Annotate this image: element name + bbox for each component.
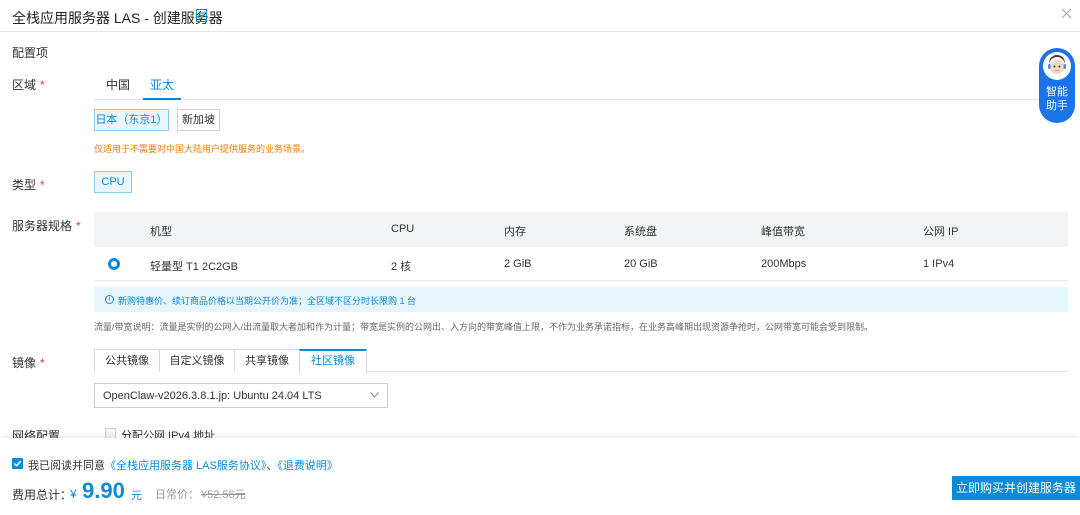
info-text: 新购特惠价、续订商品价格以当期公开价为准；全区域不区分时长限购 1 台 (118, 296, 417, 306)
region-tabs: 中国 亚太 (94, 64, 1068, 100)
refund-policy-link[interactable]: 《退费说明》 (277, 460, 338, 472)
spec-table-header: 机型 CPU 内存 系统盘 峰值带宽 公网 IP (94, 212, 1068, 247)
type-label: 类型 * (12, 176, 45, 193)
document-icon[interactable] (196, 9, 207, 22)
required-mark: * (40, 178, 45, 192)
checkbox-icon (13, 460, 22, 467)
zone-option-tokyo[interactable]: 日本（东京1） (94, 109, 169, 131)
cell-cpu: 2 核 (391, 261, 412, 273)
image-label-text: 镜像 (12, 356, 37, 370)
daily-price: ¥52.56元 (201, 489, 246, 501)
traffic-note: 流量/带宽说明：流量是实例的公网入/出流量取大者加和作为计量；带宽是实例的公网出… (94, 322, 874, 332)
assistant-avatar-icon (1043, 52, 1071, 80)
config-section-label: 配置项 (12, 46, 49, 60)
dialog-title: 全栈应用服务器 LAS - 创建服务器 (12, 10, 223, 26)
cell-public-ip: 1 IPv4 (923, 258, 955, 270)
cell-bandwidth: 200Mbps (761, 258, 807, 270)
column-header-model: 机型 (150, 226, 172, 238)
assistant-label-line2: 助手 (1046, 100, 1068, 112)
region-label-text: 区域 (12, 78, 37, 92)
column-header-memory: 内存 (504, 226, 526, 238)
tab-custom-image[interactable]: 自定义镜像 (159, 349, 235, 372)
agree-checkbox[interactable] (12, 458, 23, 469)
total-amount: 9.90 (82, 478, 125, 503)
zone-option-singapore[interactable]: 新加坡 (177, 109, 220, 131)
tab-region-china[interactable]: 中国 (106, 76, 130, 93)
spec-radio-selected[interactable] (108, 258, 120, 270)
assistant-button[interactable]: 智能 助手 (1039, 48, 1075, 123)
footer: 我已阅读并同意《全栈应用服务器 LAS服务协议》、《退费说明》 费用总计： ¥ … (0, 438, 1080, 515)
spec-label: 服务器规格 * (12, 217, 81, 234)
required-mark: * (76, 219, 81, 233)
info-bar: i 新购特惠价、续订商品价格以当期公开价为准；全区域不区分时长限购 1 台 (94, 287, 1068, 312)
chevron-down-icon (370, 392, 379, 398)
table-row[interactable]: 轻量型 T1 2C2GB 2 核 2 GiB 20 GiB 200Mbps 1 … (94, 247, 1068, 281)
agree-prefix: 我已阅读并同意 (28, 460, 105, 472)
close-icon[interactable] (1061, 8, 1072, 19)
column-header-public-ip: 公网 IP (923, 226, 959, 238)
dialog-header: 全栈应用服务器 LAS - 创建服务器 (0, 0, 1080, 32)
zone-note: 仅适用于不需要对中国大陆用户提供服务的业务场景。 (94, 144, 311, 154)
cell-model: 轻量型 T1 2C2GB (150, 261, 239, 273)
image-select[interactable]: OpenClaw-v2026.3.8.1.jp: Ubuntu 24.04 LT… (94, 383, 388, 408)
currency-symbol: ¥ (70, 487, 77, 501)
cost-label: 费用总计： (12, 488, 73, 502)
column-header-cpu: CPU (391, 223, 415, 235)
region-label: 区域 * (12, 76, 45, 93)
assistant-label-line1: 智能 (1046, 86, 1068, 98)
tab-region-asia-pacific[interactable]: 亚太 (150, 76, 174, 93)
tab-public-image[interactable]: 公共镜像 (94, 349, 160, 372)
cell-memory: 2 GiB (504, 258, 532, 270)
cell-disk: 20 GiB (624, 258, 658, 270)
daily-price-label: 日常价： (155, 489, 199, 501)
agree-separator: 、 (266, 460, 278, 472)
required-mark: * (40, 356, 45, 370)
type-label-text: 类型 (12, 178, 37, 192)
tab-community-image[interactable]: 社区镜像 (299, 349, 367, 373)
spec-label-text: 服务器规格 (12, 219, 73, 233)
image-tabs: 公共镜像 自定义镜像 共享镜像 社区镜像 (94, 349, 1068, 373)
column-header-bandwidth: 峰值带宽 (761, 226, 805, 238)
column-header-disk: 系统盘 (624, 226, 657, 238)
las-agreement-link[interactable]: 《全栈应用服务器 LAS服务协议》 (105, 460, 266, 472)
required-mark: * (40, 78, 45, 92)
amount-unit: 元 (131, 490, 142, 502)
region-tab-indicator (143, 98, 181, 100)
tab-shared-image[interactable]: 共享镜像 (234, 349, 300, 372)
robot-avatar-icon (1044, 53, 1070, 79)
info-icon: i (105, 295, 114, 304)
type-option-cpu[interactable]: CPU (94, 171, 132, 193)
agree-text: 我已阅读并同意《全栈应用服务器 LAS服务协议》、《退费说明》 (28, 457, 338, 473)
assistant-label: 智能 助手 (1039, 85, 1075, 113)
image-select-value: OpenClaw-v2026.3.8.1.jp: Ubuntu 24.04 LT… (103, 390, 322, 402)
buy-and-create-button[interactable]: 立即购买并创建服务器 (952, 476, 1080, 500)
image-label: 镜像 * (12, 354, 45, 371)
